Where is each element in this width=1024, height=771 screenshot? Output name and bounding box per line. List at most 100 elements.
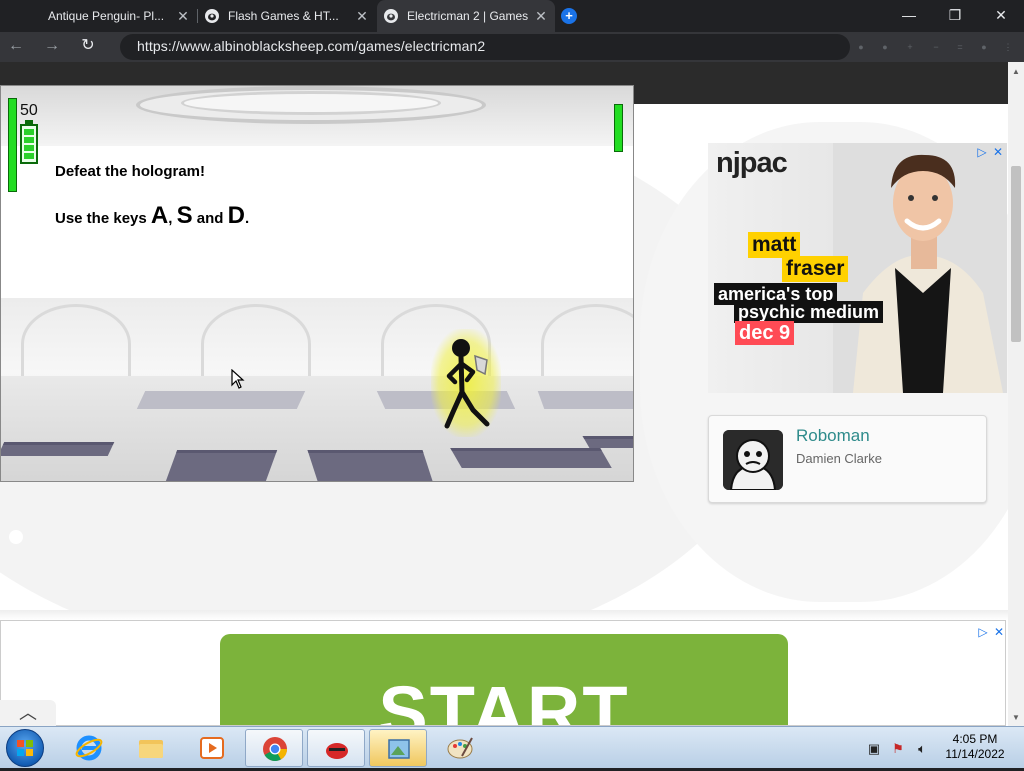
scroll-up-arrow-icon[interactable]: ▲: [1008, 64, 1024, 80]
instruction-prefix: Use the keys: [55, 210, 151, 227]
taskbar-media-player[interactable]: [183, 729, 241, 767]
floor-panel: [1, 442, 115, 456]
taskbar-internet-explorer[interactable]: [60, 729, 118, 767]
media-player-icon: [200, 737, 224, 759]
forward-arrow-icon[interactable]: →: [40, 35, 64, 59]
taskbar-game-app[interactable]: [307, 729, 365, 767]
new-tab-button[interactable]: +: [561, 8, 577, 24]
tab-antique-penguin[interactable]: Antique Penguin- Pl... ✕: [0, 0, 197, 32]
reload-icon[interactable]: ↻: [76, 35, 100, 59]
tab-close-icon[interactable]: ✕: [354, 8, 370, 24]
player-health-bar: [8, 98, 17, 192]
floor-panel: [136, 391, 306, 409]
extension-icon[interactable]: ●: [856, 42, 866, 52]
ad-person-photo: [833, 143, 1007, 393]
related-game-card[interactable]: Roboman Damien Clarke: [708, 415, 987, 503]
score-counter: 50: [20, 102, 38, 119]
extension-icon[interactable]: =: [955, 42, 965, 52]
mouse-cursor-icon: [231, 369, 245, 389]
advertisement-njpac[interactable]: njpac matt fraser america's top psychic …: [708, 143, 1007, 393]
network-icon[interactable]: ▣: [866, 741, 882, 757]
taskbar-paint[interactable]: [431, 729, 489, 767]
clock-time: 4:05 PM: [952, 732, 998, 746]
floor-panel: [450, 448, 612, 468]
scrollbar-thumb[interactable]: [1011, 166, 1021, 342]
related-game-title[interactable]: Roboman: [796, 426, 870, 446]
enemy-health-bar: [614, 104, 623, 152]
background-arch: [541, 304, 633, 384]
battery-cell: [24, 137, 34, 143]
tab-flash-games[interactable]: Flash Games & HT... ✕: [198, 0, 376, 32]
internet-explorer-icon: [75, 735, 103, 761]
red-bird-icon: [326, 743, 348, 759]
key-a-label: A: [150, 202, 169, 229]
back-arrow-icon[interactable]: ←: [4, 35, 28, 59]
menu-icon[interactable]: ⋮: [1003, 42, 1013, 52]
ad-close-icon[interactable]: ✕: [992, 146, 1004, 158]
ad-tagline-line2: psychic medium: [734, 301, 884, 323]
comma-text: ,: [168, 210, 173, 227]
extension-icon[interactable]: ●: [880, 42, 890, 52]
bottom-advertisement[interactable]: START ▷ ✕: [0, 620, 1006, 726]
adchoices-icon[interactable]: ▷: [976, 146, 988, 158]
floor-panel: [537, 391, 633, 409]
tab-title: Electricman 2 | Games: [407, 9, 529, 23]
battery-cell: [24, 129, 34, 135]
ceiling-ring-inner: [181, 91, 441, 115]
sheep-favicon-icon: [384, 9, 398, 23]
battery-icon: [20, 124, 38, 164]
extension-icon[interactable]: −: [931, 42, 941, 52]
ad-logo: njpac: [716, 147, 788, 179]
windows-start-icon[interactable]: [6, 729, 44, 767]
tab-title: Flash Games & HT...: [228, 9, 339, 23]
minimize-button[interactable]: —: [886, 0, 932, 32]
tab-title: Antique Penguin- Pl...: [48, 9, 165, 23]
scroll-down-arrow-icon[interactable]: ▼: [1008, 710, 1024, 726]
ad-close-icon[interactable]: ✕: [993, 626, 1005, 638]
ad-start-label: START: [378, 671, 630, 726]
decorative-dot: [9, 530, 23, 544]
extension-icon[interactable]: ●: [979, 42, 989, 52]
tab-close-icon[interactable]: ✕: [175, 8, 191, 24]
floor-panel: [307, 450, 434, 481]
section-divider: [0, 610, 1008, 620]
maximize-button[interactable]: ❐: [932, 0, 978, 32]
tab-electricman-2[interactable]: Electricman 2 | Games ✕: [377, 0, 555, 32]
volume-icon[interactable]: 🔈︎: [914, 741, 930, 757]
ad-date: dec 9: [735, 321, 795, 345]
background-arch: [21, 304, 131, 384]
windows-taskbar: ▣ ⚑ 🔈︎ 4:05 PM 11/14/2022: [0, 726, 1024, 768]
ad-name-line1: matt: [748, 232, 801, 258]
taskbar-window-app[interactable]: [369, 729, 427, 767]
page-scrollbar[interactable]: ▲ ▼: [1008, 62, 1024, 726]
sheep-favicon-icon: [205, 9, 219, 23]
instruction-keys: Use the keys A, S and D.: [55, 202, 249, 230]
clock-date: 11/14/2022: [945, 747, 1005, 761]
folder-icon: [139, 740, 163, 758]
window-app-icon: [388, 739, 410, 759]
extension-icon[interactable]: +: [905, 42, 915, 52]
paint-palette-icon: [447, 737, 473, 759]
action-center-flag-icon[interactable]: ⚑: [890, 741, 906, 757]
adchoices-icon[interactable]: ▷: [977, 626, 989, 638]
close-window-button[interactable]: ✕: [978, 0, 1024, 32]
system-clock[interactable]: 4:05 PM 11/14/2022: [940, 732, 1010, 762]
chrome-icon: [263, 737, 287, 762]
windows-logo-icon: [17, 740, 33, 756]
key-s-label: S: [176, 202, 193, 229]
web-page: 50 Defeat the hologram! Use the keys A, …: [0, 62, 1008, 726]
url-text[interactable]: https://www.albinoblacksheep.com/games/e…: [137, 38, 485, 54]
taskbar-chrome[interactable]: [245, 729, 303, 767]
taskbar-file-explorer[interactable]: [122, 729, 180, 767]
roboman-thumbnail: [723, 430, 783, 490]
game-canvas[interactable]: 50 Defeat the hologram! Use the keys A, …: [0, 85, 634, 482]
related-game-author: Damien Clarke: [796, 451, 882, 466]
period-text: .: [244, 210, 250, 227]
stickman-icon: [444, 339, 490, 429]
instruction-objective: Defeat the hologram!: [55, 163, 206, 180]
ad-start-button[interactable]: START: [220, 634, 788, 726]
scroll-up-chevron-icon[interactable]: ︿: [0, 700, 56, 726]
background-arch: [201, 304, 311, 384]
tab-close-icon[interactable]: ✕: [533, 8, 549, 24]
and-text: and: [192, 210, 228, 227]
